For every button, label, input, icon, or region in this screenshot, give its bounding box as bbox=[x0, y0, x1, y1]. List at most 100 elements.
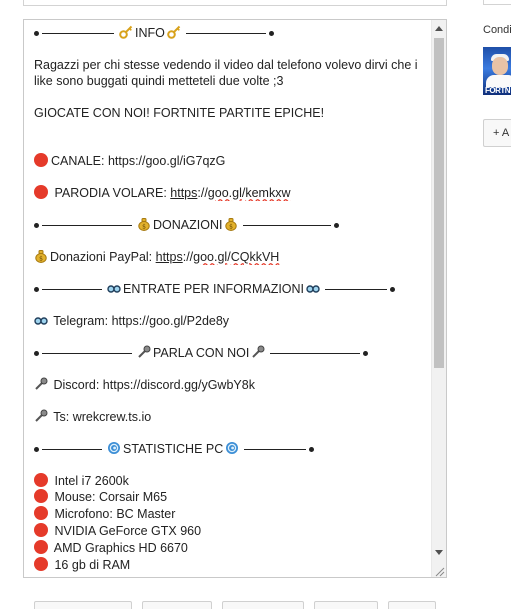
separator-dot bbox=[34, 351, 39, 357]
resize-grip-icon[interactable] bbox=[433, 564, 445, 577]
previous-field-edge bbox=[23, 0, 447, 6]
separator-dot bbox=[334, 223, 340, 229]
separator-line bbox=[244, 449, 307, 451]
stat-header-line: STATISTICHE PC bbox=[34, 441, 429, 457]
bottom-button-1[interactable] bbox=[34, 601, 132, 609]
key-icon bbox=[167, 25, 181, 39]
red-circle-icon bbox=[34, 523, 48, 537]
telegram-text: Telegram: https://goo.gl/P2de8y bbox=[53, 314, 230, 328]
parodia-line: PARODIA VOLARE: https://goo.gl/kemkxw bbox=[34, 185, 429, 201]
canale-line: CANALE: https://goo.gl/iG7qzG bbox=[34, 153, 429, 169]
parodia-link-https: https bbox=[170, 186, 198, 200]
info-header-line: INFO bbox=[34, 25, 429, 41]
red-circle-icon bbox=[34, 153, 48, 167]
donazioni-header-text: DONAZIONI bbox=[153, 218, 223, 232]
spec-item: NVIDIA GeForce GTX 960 bbox=[34, 523, 429, 540]
separator-dot bbox=[34, 223, 39, 229]
spec-item: AMD Graphics HD 6670 bbox=[34, 540, 429, 557]
spec-text: 16 gb di RAM bbox=[54, 558, 131, 572]
separator-line bbox=[42, 33, 114, 35]
info-header-text: INFO bbox=[135, 26, 165, 40]
goggles-icon bbox=[34, 313, 48, 327]
svg-text:$: $ bbox=[39, 256, 43, 263]
sidebar-label: Condi bbox=[483, 24, 511, 36]
microphone-icon bbox=[251, 345, 265, 359]
bottom-button-3[interactable] bbox=[222, 601, 304, 609]
vertical-scrollbar[interactable] bbox=[431, 20, 446, 577]
parla-header-line: PARLA CON NOI bbox=[34, 345, 429, 361]
separator-dot bbox=[34, 287, 39, 293]
red-circle-icon bbox=[34, 489, 48, 503]
description-content: INFO Ragazzi per chi stesse vedendo il v… bbox=[34, 25, 429, 574]
entrate-header-line: ENTRATE PER INFORMAZIONI bbox=[34, 281, 429, 297]
spec-item: Intel i7 2600k bbox=[34, 473, 429, 489]
red-circle-icon bbox=[34, 540, 48, 554]
scrollbar-thumb[interactable] bbox=[434, 38, 444, 368]
goggles-icon bbox=[306, 281, 320, 295]
svg-text:$: $ bbox=[230, 224, 234, 231]
intro-text-1: Ragazzi per chi stesse vedendo il video … bbox=[34, 58, 418, 88]
microphone-icon bbox=[34, 409, 48, 423]
separator-line bbox=[243, 225, 332, 227]
spec-text: Intel i7 2600k bbox=[54, 474, 129, 488]
goggles-icon bbox=[107, 281, 121, 295]
spec-text: Mouse: Corsair M65 bbox=[54, 490, 168, 504]
separator-line bbox=[270, 353, 361, 355]
thumbnail-text: FORTN bbox=[485, 86, 511, 95]
separator-dot bbox=[34, 31, 39, 37]
ts-text: Ts: wrekcrew.ts.io bbox=[53, 410, 152, 424]
stat-header-text: STATISTICHE PC bbox=[123, 442, 224, 456]
discord-line: Discord: https://discord.gg/yGwbY8k bbox=[34, 377, 429, 393]
separator-line bbox=[42, 353, 132, 355]
parodia-link-path: kemkxw bbox=[245, 186, 291, 200]
red-circle-icon bbox=[34, 506, 48, 520]
separator-line bbox=[42, 225, 132, 227]
cyclone-icon bbox=[225, 441, 239, 455]
money-bag-icon: $ bbox=[224, 217, 238, 231]
paypal-link-sep: :// bbox=[182, 250, 194, 264]
donazioni-header-line: $ DONAZIONI $ bbox=[34, 217, 429, 233]
previous-field-edge-right bbox=[483, 0, 511, 5]
bottom-button-5[interactable] bbox=[388, 601, 436, 609]
paypal-link-path: CQkkVH bbox=[230, 250, 280, 264]
spec-item: 16 gb di RAM bbox=[34, 557, 429, 574]
paypal-link-domain: goo.gl bbox=[193, 250, 228, 264]
separator-dot bbox=[309, 447, 315, 453]
key-icon bbox=[119, 25, 133, 39]
spec-item: Microfono: BC Master bbox=[34, 506, 429, 523]
bottom-button-4[interactable] bbox=[314, 601, 378, 609]
intro-text-2: GIOCATE CON NOI! FORTNITE PARTITE EPICHE… bbox=[34, 106, 325, 120]
parodia-prefix: PARODIA VOLARE: bbox=[54, 186, 171, 200]
paypal-line: $ Donazioni PayPal: https://goo.gl/CQkkVH bbox=[34, 249, 429, 265]
money-bag-icon: $ bbox=[34, 249, 48, 263]
scroll-up-arrow-icon[interactable] bbox=[435, 26, 443, 31]
svg-text:$: $ bbox=[142, 224, 146, 231]
parla-header-text: PARLA CON NOI bbox=[153, 346, 250, 360]
spec-text: Microfono: BC Master bbox=[54, 507, 176, 521]
entrate-header-text: ENTRATE PER INFORMAZIONI bbox=[123, 282, 305, 296]
bottom-button-2[interactable] bbox=[142, 601, 212, 609]
microphone-icon bbox=[34, 377, 48, 391]
channel-thumbnail[interactable]: FORTN bbox=[483, 47, 511, 95]
ts-line: Ts: wrekcrew.ts.io bbox=[34, 409, 429, 425]
thumbnail-face bbox=[492, 57, 508, 75]
separator-dot bbox=[34, 447, 39, 453]
spec-text: NVIDIA GeForce GTX 960 bbox=[54, 524, 202, 538]
scroll-down-arrow-icon[interactable] bbox=[435, 550, 443, 555]
parodia-link-domain: goo.gl bbox=[207, 186, 242, 200]
separator-line bbox=[42, 449, 102, 451]
money-bag-icon: $ bbox=[137, 217, 151, 231]
red-circle-icon bbox=[34, 473, 48, 487]
paypal-prefix: Donazioni PayPal: bbox=[50, 250, 156, 264]
parodia-link-sep: :// bbox=[197, 186, 208, 200]
separator-line bbox=[325, 289, 388, 291]
separator-line bbox=[185, 33, 266, 35]
add-button[interactable]: + A bbox=[483, 119, 511, 147]
spec-text: AMD Graphics HD 6670 bbox=[53, 541, 188, 555]
description-textarea[interactable]: INFO Ragazzi per chi stesse vedendo il v… bbox=[23, 19, 447, 578]
separator-line bbox=[42, 289, 102, 291]
separator-dot bbox=[390, 287, 396, 293]
canale-text: CANALE: https://goo.gl/iG7qzG bbox=[51, 154, 226, 168]
microphone-icon bbox=[137, 345, 151, 359]
telegram-line: Telegram: https://goo.gl/P2de8y bbox=[34, 313, 429, 329]
